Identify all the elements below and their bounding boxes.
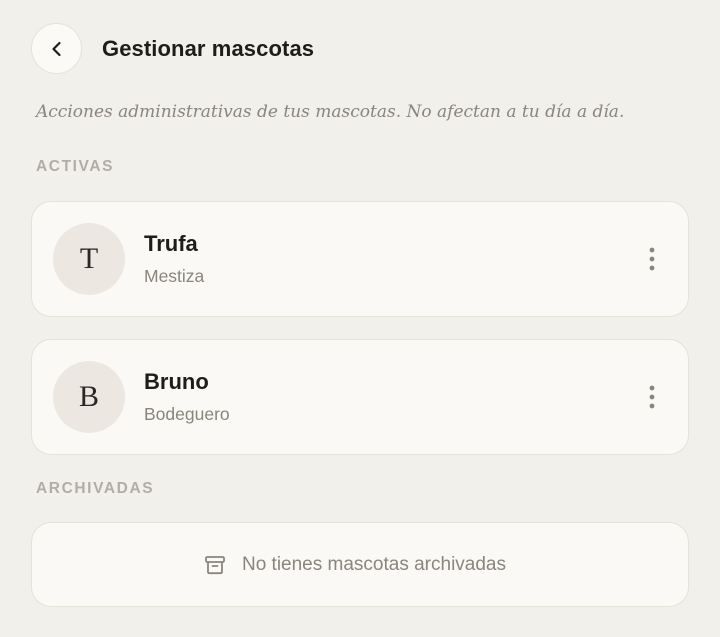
pet-card-bruno[interactable]: B Bruno Bodeguero [31, 339, 689, 455]
back-button[interactable] [31, 23, 82, 74]
pet-name: Trufa [144, 231, 198, 256]
pet-breed: Bodeguero [144, 404, 230, 424]
header: Gestionar mascotas [31, 22, 314, 75]
chevron-left-icon [51, 41, 61, 56]
pet-card-trufa[interactable]: T Trufa Mestiza [31, 201, 689, 317]
archive-icon [204, 554, 226, 576]
pet-info: Trufa Mestiza [144, 231, 634, 287]
empty-state-text: No tienes mascotas archivadas [241, 553, 506, 575]
avatar: T [53, 223, 125, 295]
more-vertical-icon [649, 247, 655, 271]
more-options-button[interactable] [634, 367, 670, 427]
more-vertical-icon [649, 385, 655, 409]
page-subtitle: Acciones administrativas de tus mascotas… [36, 102, 625, 122]
pet-name: Bruno [144, 369, 209, 394]
avatar: B [53, 361, 125, 433]
page-title: Gestionar mascotas [102, 35, 315, 61]
pet-info: Bruno Bodeguero [144, 369, 634, 425]
archived-empty-state: No tienes mascotas archivadas [31, 522, 689, 607]
section-label-archived: ARCHIVADAS [36, 480, 155, 497]
section-label-active: ACTIVAS [36, 158, 115, 175]
more-options-button[interactable] [634, 229, 670, 289]
pet-breed: Mestiza [144, 266, 205, 286]
